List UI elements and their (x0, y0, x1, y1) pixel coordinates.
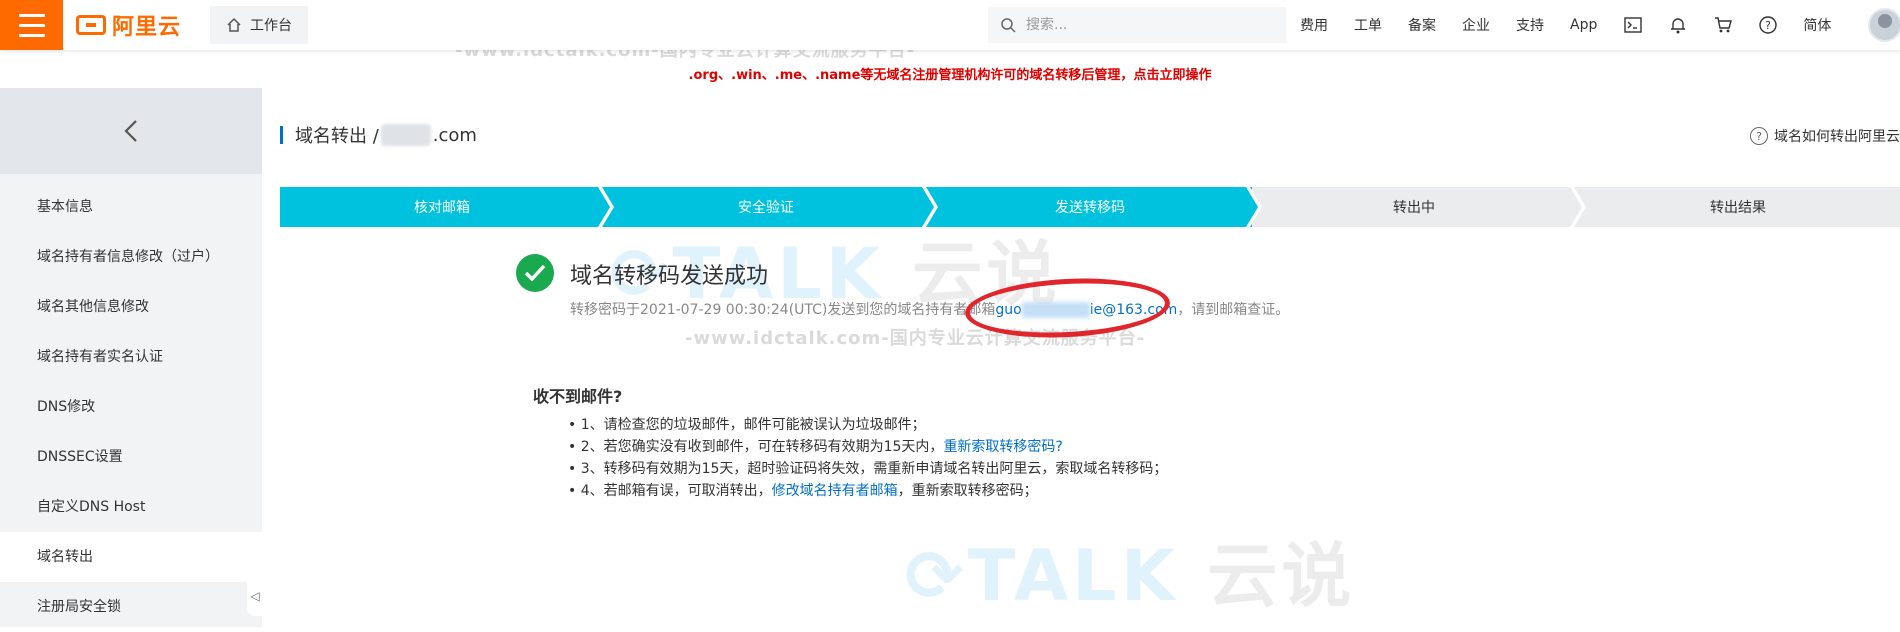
faq-item: • 1、请检查您的垃圾邮件，邮件可能被误认为垃圾邮件； (568, 417, 926, 433)
collapse-sidebar-icon[interactable]: ◁ (247, 576, 263, 616)
search-box[interactable] (988, 7, 1286, 43)
announcement-text: .org、.win、.me、.name等无域名注册管理机构许可的域名转移后管理， (688, 68, 1134, 83)
success-desc-suffix: ，请到邮箱查证。 (1177, 302, 1290, 318)
chevron-left-icon (124, 120, 137, 142)
breadcrumb-prefix: 域名转出 / (295, 126, 379, 147)
home-icon (227, 17, 241, 32)
sidebar-menu: 基本信息 域名持有者信息修改（过户） 域名其他信息修改 域名持有者实名认证 DN… (0, 182, 262, 632)
progress-steps: 核对邮箱 安全验证 发送转移码 转出中 转出结果 (280, 187, 1900, 227)
faq-item-text: • 2、若您确实没有收到邮件，可在转移码有效期为15天内， (568, 439, 944, 455)
nav-ticket[interactable]: 工单 (1354, 15, 1382, 35)
step-security-check: 安全验证 (604, 187, 938, 227)
faq-item: • 3、转移码有效期为15天，超时验证码将失效，需重新申请域名转出阿里云，索取域… (568, 461, 1168, 477)
nav-support[interactable]: 支持 (1516, 15, 1544, 35)
request-code-again-link[interactable]: 重新索取转移密码? (943, 439, 1062, 455)
sidebar-item-registry-lock[interactable]: 注册局安全锁 (0, 582, 262, 632)
help-link-label: 域名如何转出阿里云 (1774, 129, 1900, 145)
main-content: 域名转出 / .com ? 域名如何转出阿里云 核对邮箱 安全验证 发送转移码 … (262, 88, 1900, 627)
faq-item: • 4、若邮箱有误，可取消转出，修改域名持有者邮箱，重新索取转移密码； (568, 480, 1167, 502)
svg-text:?: ? (1765, 19, 1771, 32)
sidebar-item-realname[interactable]: 域名持有者实名认证 (0, 332, 262, 382)
menu-icon[interactable] (0, 0, 63, 50)
search-icon (1001, 18, 1016, 33)
breadcrumb-suffix: .com (432, 124, 477, 146)
bell-icon[interactable] (1668, 15, 1688, 35)
faq-item: • 2、若您确实没有收到邮件，可在转移码有效期为15天内，重新索取转移密码? (568, 436, 1167, 458)
avatar[interactable] (1868, 8, 1900, 42)
nav-app[interactable]: App (1570, 17, 1597, 33)
step-label: 核对邮箱 (414, 200, 470, 216)
step-arrow-icon (592, 187, 614, 227)
brand-logo[interactable]: 阿里云 (76, 10, 181, 40)
success-check-icon (516, 254, 554, 292)
workbench-label: 工作台 (250, 18, 292, 34)
step-verify-email: 核对邮箱 (280, 187, 614, 227)
step-arrow-icon (916, 187, 938, 227)
faq-item-text: • 4、若邮箱有误，可取消转出， (568, 483, 772, 499)
back-button[interactable] (0, 88, 262, 174)
question-icon: ? (1750, 127, 1768, 145)
step-send-code: 发送转移码 (928, 187, 1262, 227)
faq-title: 收不到邮件? (533, 387, 623, 406)
step-label: 安全验证 (738, 200, 794, 216)
sidebar-item-basic-info[interactable]: 基本信息 (0, 182, 262, 232)
sidebar: 基本信息 域名持有者信息修改（过户） 域名其他信息修改 域名持有者实名认证 DN… (0, 88, 263, 627)
cart-icon[interactable] (1713, 15, 1733, 35)
step-arrow-icon (1240, 187, 1262, 227)
terminal-icon[interactable] (1623, 15, 1643, 35)
sidebar-item-dns[interactable]: DNS修改 (0, 382, 262, 432)
success-title: 域名转移码发送成功 (570, 264, 769, 289)
announcement-action[interactable]: 点击立即操作 (1133, 64, 1211, 83)
nav-beian[interactable]: 备案 (1408, 15, 1436, 35)
nav-fee[interactable]: 费用 (1300, 15, 1328, 35)
breadcrumb: 域名转出 / .com (280, 122, 477, 148)
success-desc-prefix: 转移密码于2021-07-29 00:30:24(UTC)发送到您的域名持有者邮… (570, 302, 996, 318)
sidebar-item-other-info[interactable]: 域名其他信息修改 (0, 282, 262, 332)
modify-owner-email-link[interactable]: 修改域名持有者邮箱 (772, 483, 898, 499)
faq-item-text: ，重新索取转移密码； (897, 483, 1038, 499)
top-nav: 费用 工单 备案 企业 支持 App ? 简体 (1300, 0, 1857, 50)
success-description: 转移密码于2021-07-29 00:30:24(UTC)发送到您的域名持有者邮… (570, 299, 1289, 319)
announcement-banner[interactable]: .org、.win、.me、.name等无域名注册管理机构许可的域名转移后管理，… (0, 64, 1900, 83)
sidebar-item-owner-change[interactable]: 域名持有者信息修改（过户） (0, 232, 262, 282)
nav-enterprise[interactable]: 企业 (1462, 15, 1490, 35)
step-transferring: 转出中 (1252, 187, 1586, 227)
step-arrow-icon (1564, 187, 1586, 227)
step-label: 转出结果 (1710, 200, 1766, 216)
faq-list: • 1、请检查您的垃圾邮件，邮件可能被误认为垃圾邮件； • 2、若您确实没有收到… (568, 414, 1167, 502)
step-label: 转出中 (1393, 200, 1435, 216)
step-label: 发送转移码 (1055, 200, 1125, 216)
language-switch[interactable]: 简体 (1803, 15, 1831, 35)
sidebar-item-dnssec[interactable]: DNSSEC设置 (0, 432, 262, 482)
brand-name: 阿里云 (112, 15, 182, 40)
aliyun-logo-icon (76, 15, 106, 35)
transfer-help-link[interactable]: ? 域名如何转出阿里云 (1750, 126, 1900, 146)
masked-domain (380, 124, 431, 146)
sidebar-item-transfer-out[interactable]: 域名转出 (0, 532, 262, 582)
help-circle-icon[interactable]: ? (1758, 15, 1778, 35)
workbench-button[interactable]: 工作台 (210, 6, 308, 44)
top-bar: 阿里云 工作台 费用 工单 备案 企业 支持 App ? 简体 (0, 0, 1900, 50)
step-result: 转出结果 (1576, 187, 1900, 227)
search-input[interactable] (1026, 17, 1266, 33)
sidebar-item-custom-dns-host[interactable]: 自定义DNS Host (0, 482, 262, 532)
